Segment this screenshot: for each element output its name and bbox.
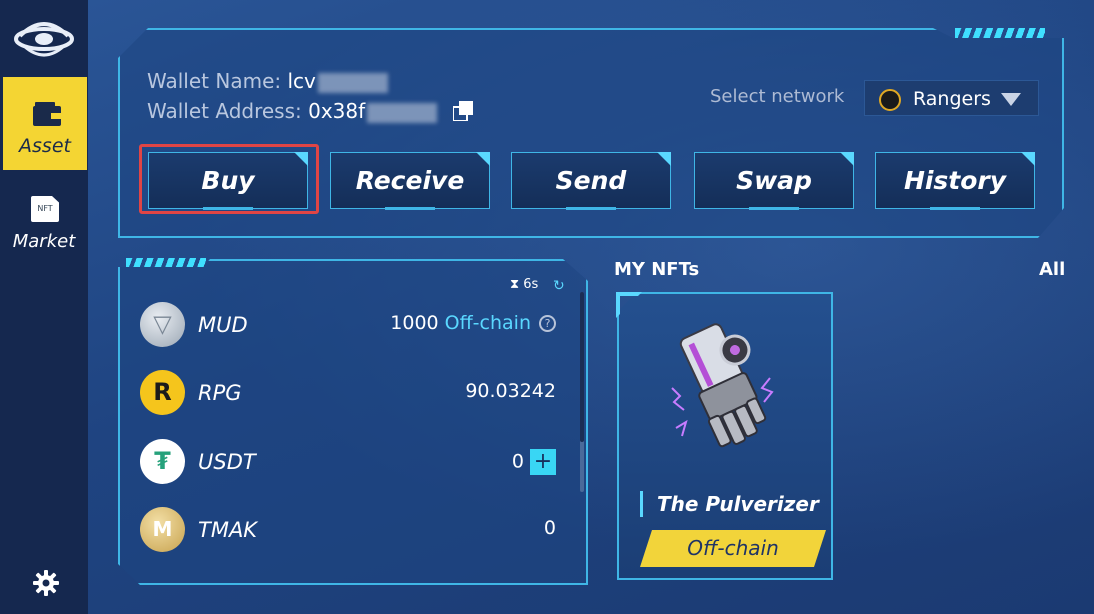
send-button-label: Send (555, 166, 627, 195)
token-amount-value: 90.03242 (465, 380, 556, 402)
token-symbol: MUD (198, 313, 248, 337)
nft-icon: NFT (31, 196, 59, 222)
rangers-coin-icon (879, 89, 901, 111)
gauntlet-image (671, 323, 774, 448)
scrollbar-thumb[interactable] (580, 292, 584, 442)
token-amount-value: 0 (511, 450, 524, 473)
token-row-rpg[interactable]: R RPG 90.03242 (140, 369, 560, 417)
wallet-address-value: 0x38f (308, 99, 366, 123)
token-amount: 0 + (512, 449, 556, 475)
panel-decoration (955, 28, 1045, 38)
rpg-coin-icon: R (140, 370, 185, 415)
button-decoration (566, 207, 616, 210)
sidebar-item-asset[interactable]: Asset (3, 77, 87, 170)
nft-name: The Pulverizer (640, 491, 819, 517)
sidebar-item-label: Market (12, 231, 76, 252)
token-amount: 90.03242 (465, 380, 556, 402)
nfts-title: MY NFTs (614, 259, 700, 280)
nfts-all-link[interactable]: All (1039, 259, 1065, 280)
token-symbol: TMAK (198, 518, 258, 542)
token-row-tmak[interactable]: M TMAK 0 (140, 506, 560, 554)
token-symbol: RPG (198, 381, 242, 405)
redaction-blur (317, 72, 388, 93)
timer-value: 6s (523, 277, 539, 292)
button-decoration (385, 207, 435, 210)
wallet-name-label: Wallet Name: (147, 69, 282, 93)
select-network-label: Select network (710, 86, 845, 107)
button-decoration (930, 207, 980, 210)
send-button[interactable]: Send (511, 152, 671, 210)
token-symbol: USDT (198, 450, 256, 474)
panel-decoration (126, 258, 206, 267)
network-name: Rangers (913, 88, 991, 110)
wallet-address: Wallet Address: 0x38f (147, 99, 438, 123)
token-amount: 1000 Off-chain? (390, 312, 556, 334)
token-amount: 0 (544, 517, 556, 539)
receive-button[interactable]: Receive (330, 152, 490, 210)
token-row-usdt[interactable]: ₮ USDT 0 + (140, 438, 560, 486)
swap-button-label: Swap (736, 166, 812, 195)
logo-icon (14, 22, 74, 57)
mud-coin-icon: ▽ (140, 302, 185, 347)
nft-status-badge: Off-chain (640, 530, 826, 567)
copy-icon[interactable] (453, 101, 473, 121)
network-select[interactable]: Rangers (864, 80, 1039, 116)
offchain-tag: Off-chain (444, 312, 531, 334)
wallet-name: Wallet Name: lcv (147, 69, 388, 93)
usdt-coin-icon: ₮ (140, 439, 185, 484)
token-row-mud[interactable]: ▽ MUD 1000 Off-chain? (140, 301, 560, 349)
history-button-label: History (903, 166, 1007, 195)
swap-button[interactable]: Swap (694, 152, 854, 210)
help-icon[interactable]: ? (539, 315, 556, 332)
chevron-down-icon (1001, 93, 1021, 106)
sidebar-item-label: Asset (19, 135, 71, 157)
tmak-coin-icon: M (140, 507, 185, 552)
history-button[interactable]: History (875, 152, 1035, 210)
token-amount-value: 0 (543, 517, 556, 539)
gear-icon[interactable] (33, 570, 59, 596)
wallet-name-value: lcv (287, 69, 316, 93)
sidebar: Asset NFT Market (0, 0, 88, 614)
button-decoration (749, 207, 799, 210)
receive-button-label: Receive (355, 166, 465, 195)
sidebar-item-market[interactable]: NFT Market (0, 193, 88, 263)
wallet-icon (33, 102, 61, 126)
token-amount-value: 1000 (390, 312, 439, 334)
refresh-icon[interactable]: ↻ (553, 278, 565, 294)
add-token-button[interactable]: + (530, 449, 556, 475)
selection-highlight (139, 144, 319, 214)
refresh-timer: ⧗ 6s (510, 277, 539, 292)
wallet-address-label: Wallet Address: (147, 99, 302, 123)
redaction-blur (367, 102, 438, 123)
